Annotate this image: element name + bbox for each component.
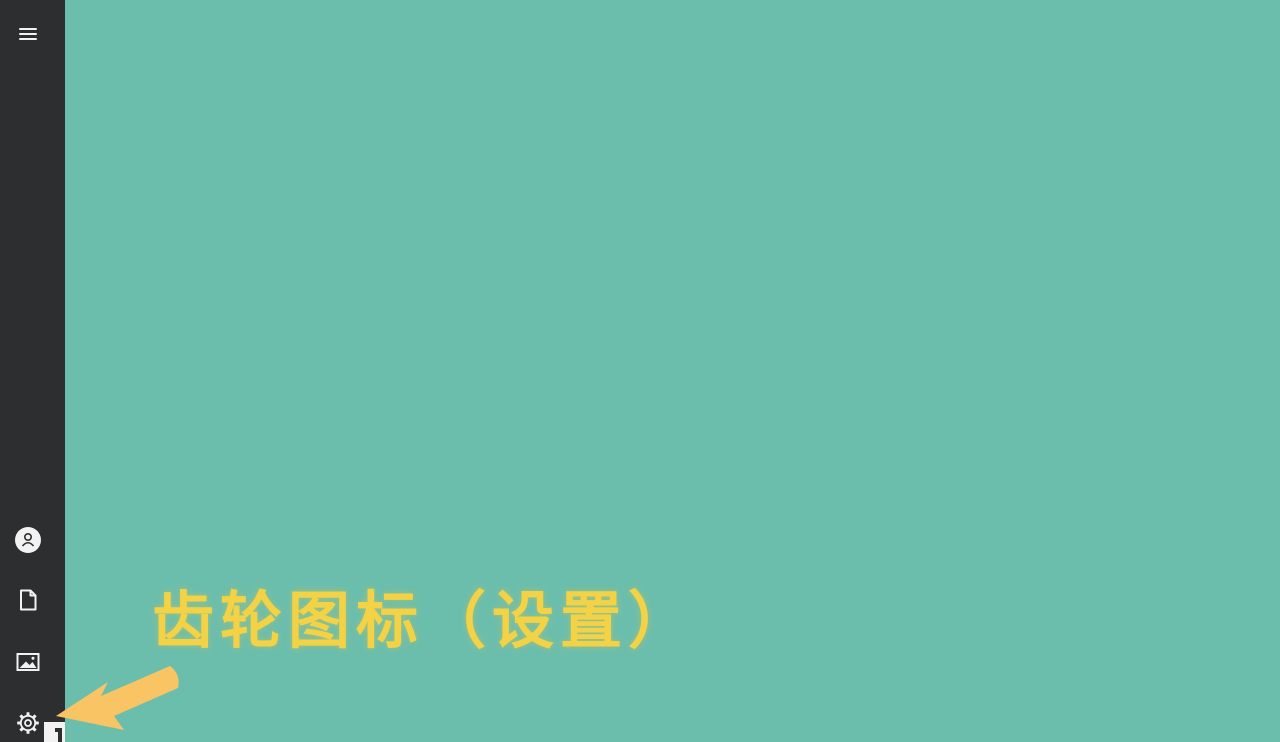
start-sidebar: [0, 0, 65, 742]
settings-button[interactable]: [8, 703, 48, 742]
document-icon: [20, 589, 37, 611]
documents-button[interactable]: [8, 580, 48, 620]
account-button[interactable]: [8, 520, 48, 560]
desktop-screen: 齿轮图标（设置）: [0, 0, 1280, 742]
gear-icon: [17, 712, 39, 734]
user-circle-icon: [15, 527, 41, 553]
annotation-caption: 齿轮图标（设置）: [152, 584, 697, 657]
arrow-pointer-icon: [56, 666, 179, 730]
menu-button[interactable]: [8, 14, 48, 54]
image-icon: [16, 653, 40, 671]
hamburger-menu-icon: [19, 28, 37, 40]
pictures-button[interactable]: [8, 642, 48, 682]
